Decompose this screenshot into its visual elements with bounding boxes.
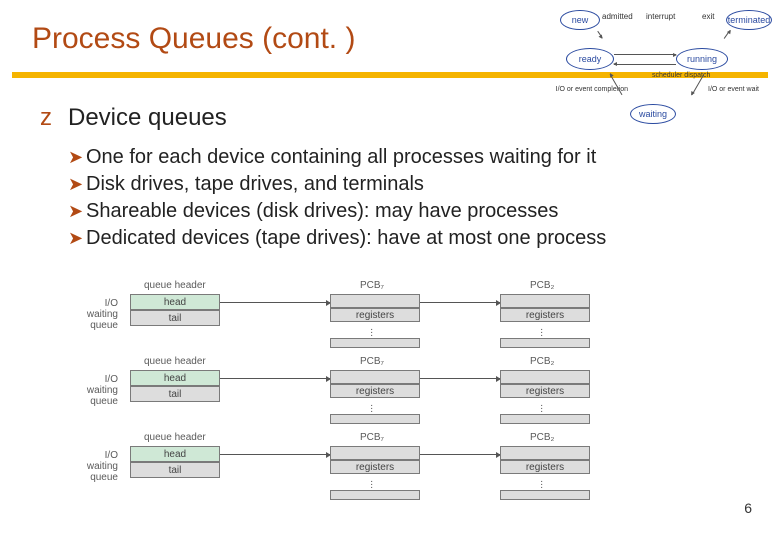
list-item: ➤One for each device containing all proc…: [68, 144, 606, 171]
state-ready: ready: [566, 48, 614, 70]
pcb-bottom-box: [500, 490, 590, 500]
pcb-ptr-box: [330, 370, 420, 384]
queue-row-label: I/Owaitingqueue: [64, 298, 118, 331]
edge-io-done: I/O or event completion: [536, 86, 628, 93]
pcb-bottom-box: [500, 414, 590, 424]
state-terminated: terminated: [726, 10, 772, 30]
state-running: running: [676, 48, 728, 70]
ellipsis-icon: ···: [370, 328, 372, 337]
pointer-arrow: [420, 454, 500, 455]
triangle-icon: ➤: [68, 199, 86, 223]
queue-row: I/Owaitingqueue queue header head tail P…: [70, 432, 710, 502]
subbullet-text: One for each device containing all proce…: [86, 146, 596, 168]
pointer-arrow: [420, 302, 500, 303]
sd-arrow: [724, 30, 731, 39]
pcb-registers-box: registers: [500, 308, 590, 322]
process-state-diagram: new ready running waiting terminated adm…: [546, 4, 774, 134]
ellipsis-icon: ···: [370, 480, 372, 489]
list-item: ➤Shareable devices (disk drives): may ha…: [68, 198, 606, 225]
edge-admitted: admitted: [602, 12, 633, 21]
pcb-label: PCB₇: [360, 280, 384, 291]
edge-exit: exit: [702, 12, 714, 21]
queue-row: I/Owaitingqueue queue header head tail P…: [70, 356, 710, 426]
pcb-registers-box: registers: [500, 384, 590, 398]
queue-header-label: queue header: [144, 280, 206, 291]
pcb-label: PCB₇: [360, 432, 384, 443]
pcb-ptr-box: [500, 370, 590, 384]
pointer-arrow: [420, 378, 500, 379]
sd-arrow: [614, 54, 676, 55]
pointer-arrow: [220, 302, 330, 303]
state-new: new: [560, 10, 600, 30]
sd-arrow: [597, 31, 602, 38]
page-number: 6: [744, 500, 752, 516]
list-item: ➤Dedicated devices (tape drives): have a…: [68, 225, 606, 252]
state-waiting: waiting: [630, 104, 676, 124]
pcb-label: PCB₂: [530, 356, 554, 367]
ellipsis-icon: ···: [540, 404, 542, 413]
pcb-label: PCB₂: [530, 280, 554, 291]
pcb-registers-box: registers: [330, 384, 420, 398]
tail-box: tail: [130, 386, 220, 402]
pcb-label: PCB₂: [530, 432, 554, 443]
queue-header-label: queue header: [144, 432, 206, 443]
pcb-registers-box: registers: [330, 308, 420, 322]
subbullet-list: ➤One for each device containing all proc…: [68, 144, 606, 252]
queue-row-label: I/Owaitingqueue: [64, 374, 118, 407]
pointer-arrow: [220, 378, 330, 379]
triangle-icon: ➤: [68, 145, 86, 169]
sd-arrow: [614, 64, 676, 65]
bullet-main-text: Device queues: [68, 104, 227, 132]
tail-box: tail: [130, 462, 220, 478]
slide-title: Process Queues (cont. ): [32, 22, 355, 56]
pcb-bottom-box: [330, 490, 420, 500]
pcb-ptr-box: [500, 294, 590, 308]
edge-io-wait: I/O or event wait: [708, 86, 759, 93]
head-box: head: [130, 294, 220, 310]
pcb-registers-box: registers: [330, 460, 420, 474]
queue-header-label: queue header: [144, 356, 206, 367]
triangle-icon: ➤: [68, 226, 86, 250]
edge-interrupt: interrupt: [646, 12, 675, 21]
subbullet-text: Disk drives, tape drives, and terminals: [86, 173, 424, 195]
tail-box: tail: [130, 310, 220, 326]
pointer-arrow: [220, 454, 330, 455]
pcb-ptr-box: [330, 294, 420, 308]
device-queue-diagram: I/Owaitingqueue queue header head tail P…: [70, 280, 710, 510]
head-box: head: [130, 446, 220, 462]
ellipsis-icon: ···: [370, 404, 372, 413]
pcb-registers-box: registers: [500, 460, 590, 474]
queue-row-label: I/Owaitingqueue: [64, 450, 118, 483]
pcb-bottom-box: [500, 338, 590, 348]
list-item: ➤Disk drives, tape drives, and terminals: [68, 171, 606, 198]
pcb-bottom-box: [330, 414, 420, 424]
subbullet-text: Shareable devices (disk drives): may hav…: [86, 200, 558, 222]
ellipsis-icon: ···: [540, 328, 542, 337]
pcb-label: PCB₇: [360, 356, 384, 367]
triangle-icon: ➤: [68, 172, 86, 196]
pcb-ptr-box: [330, 446, 420, 460]
pcb-bottom-box: [330, 338, 420, 348]
queue-row: I/Owaitingqueue queue header head tail P…: [70, 280, 710, 350]
pcb-ptr-box: [500, 446, 590, 460]
ellipsis-icon: ···: [540, 480, 542, 489]
subbullet-text: Dedicated devices (tape drives): have at…: [86, 227, 606, 249]
bullet-marker: z: [40, 104, 52, 132]
head-box: head: [130, 370, 220, 386]
